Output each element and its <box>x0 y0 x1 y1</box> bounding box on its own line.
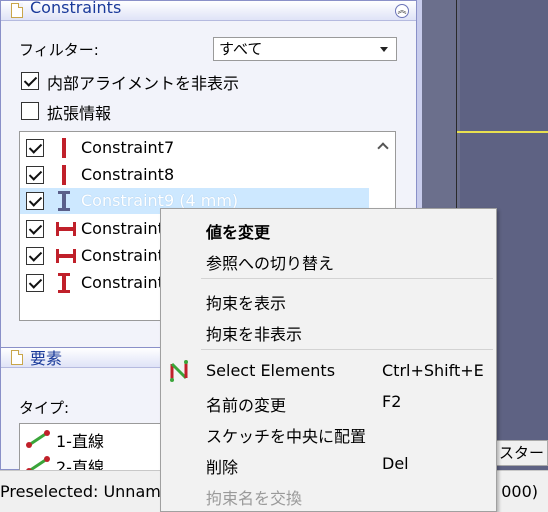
hide-internal-checkbox[interactable] <box>21 72 39 90</box>
filter-label: フィルター: <box>19 41 99 59</box>
menu-item-label: 削除 <box>206 458 239 477</box>
item-checkbox[interactable] <box>26 166 44 184</box>
horizontal-distance-icon <box>56 249 76 263</box>
chevron-down-icon <box>380 47 388 52</box>
constraints-title: Constraints <box>30 0 122 17</box>
context-menu: 値を変更 参照への切り替え 拘束を表示 拘束を非表示 Select Elemen… <box>160 208 497 512</box>
sketch-line <box>457 131 548 133</box>
menu-item-label: 拘束を表示 <box>206 294 287 313</box>
view-tab[interactable]: スター <box>494 440 548 466</box>
constraint-label: Constraint <box>81 273 164 292</box>
constraint-label: Constraint7 <box>81 138 175 157</box>
menu-separator <box>201 349 493 350</box>
constraint-label: Constraint8 <box>81 165 175 184</box>
item-checkbox[interactable] <box>26 220 44 238</box>
menu-item-hide-constraints[interactable]: 拘束を非表示 <box>161 316 496 346</box>
status-text: Preselected: Unname <box>0 482 171 501</box>
menu-item-rename[interactable]: 名前の変更 F2 <box>161 387 496 417</box>
vertical-constraint-icon <box>62 165 66 185</box>
element-label: 1-直線 <box>56 432 104 451</box>
menu-item-change-value[interactable]: 値を変更 <box>161 214 496 244</box>
menu-separator <box>201 278 493 279</box>
constraint-label: Constraint <box>81 219 164 238</box>
item-checkbox[interactable] <box>26 192 44 210</box>
elements-title: 要素 <box>30 349 63 368</box>
extended-info-label: 拡張情報 <box>47 104 112 123</box>
type-label: タイプ: <box>19 399 70 417</box>
menu-item-delete[interactable]: 削除 Del <box>161 449 496 479</box>
select-elements-icon <box>170 360 188 382</box>
menu-item-center-sketch[interactable]: スケッチを中央に配置 <box>161 418 496 448</box>
menu-item-label: 名前の変更 <box>206 396 287 415</box>
menu-item-toggle-reference[interactable]: 参照への切り替え <box>161 245 496 275</box>
menu-item-show-constraints[interactable]: 拘束を表示 <box>161 285 496 315</box>
menu-item-shortcut: Ctrl+Shift+E <box>382 361 484 380</box>
extended-info-checkbox[interactable] <box>21 102 39 120</box>
menu-item-shortcut: F2 <box>382 392 402 411</box>
item-checkbox[interactable] <box>26 139 44 157</box>
double-chevron-up-icon[interactable]: ︽ <box>395 4 409 18</box>
list-item[interactable]: Constraint7 <box>20 135 370 161</box>
chevron-up-icon[interactable] <box>377 142 389 154</box>
menu-item-label: 参照への切り替え <box>206 254 335 273</box>
menu-item-label: 拘束を非表示 <box>206 325 303 344</box>
document-icon <box>11 3 23 18</box>
menu-item-label: 拘束名を交換 <box>206 489 303 508</box>
horizontal-distance-icon <box>56 222 76 236</box>
item-checkbox[interactable] <box>26 247 44 265</box>
menu-item-select-elements[interactable]: Select Elements Ctrl+Shift+E <box>161 356 496 386</box>
vertical-distance-icon <box>58 273 70 293</box>
filter-select-value: すべて <box>219 40 263 58</box>
menu-item-label: スケッチを中央に配置 <box>206 427 367 446</box>
vertical-constraint-icon <box>62 138 66 158</box>
filter-select[interactable]: すべて <box>213 37 397 61</box>
document-icon <box>11 350 23 365</box>
menu-item-label: 値を変更 <box>206 223 271 242</box>
vertical-distance-icon <box>58 191 70 211</box>
menu-item-shortcut: Del <box>382 454 409 473</box>
constraint-label: Constraint <box>81 246 164 265</box>
item-checkbox[interactable] <box>26 274 44 292</box>
list-item[interactable]: Constraint8 <box>20 162 370 188</box>
menu-item-label: Select Elements <box>206 361 336 380</box>
menu-item-swap-constraint-names: 拘束名を交換 <box>161 480 496 510</box>
constraints-header[interactable]: Constraints ︽ <box>1 0 416 21</box>
hide-internal-label: 内部アライメントを非表示 <box>47 74 240 93</box>
status-coordinates: 000) <box>501 482 538 501</box>
line-icon <box>26 430 50 448</box>
